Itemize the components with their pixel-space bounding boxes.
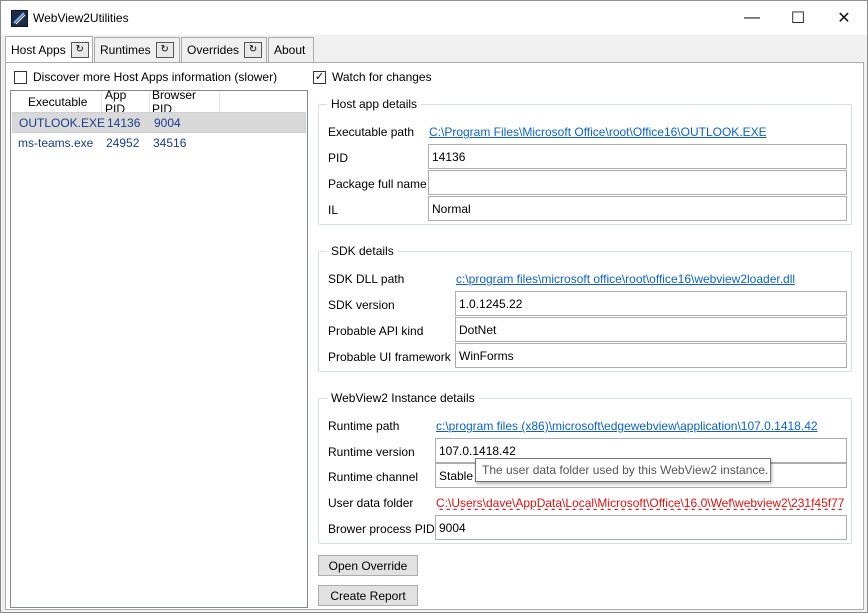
minimize-button[interactable]: — [729, 1, 775, 35]
refresh-icon[interactable]: ↻ [244, 42, 263, 58]
browser-pid-field[interactable]: 9004 [435, 515, 847, 540]
app-window: WebView2Utilities — ☐ ✕ Host Apps ↻ Runt… [0, 0, 868, 613]
tab-host-apps[interactable]: Host Apps ↻ [5, 36, 93, 63]
sdk-dll-path-link[interactable]: c:\program files\microsoft office\root\o… [456, 272, 795, 286]
discover-more-checkbox[interactable]: Discover more Host Apps information (slo… [14, 70, 277, 84]
minimize-icon: — [744, 9, 760, 26]
group-title: SDK details [327, 244, 398, 258]
tab-label: Runtimes [100, 43, 151, 57]
il-field[interactable]: Normal [428, 196, 847, 221]
tab-label: Overrides [187, 43, 240, 57]
list-header: Executable App PID Browser PID [11, 88, 307, 116]
checkbox-unchecked-icon[interactable] [14, 70, 27, 84]
executable-path-label: Executable path [328, 125, 415, 139]
host-apps-list[interactable]: Executable App PID Browser PID OUTLOOK.E… [10, 88, 308, 608]
executable-cell: OUTLOOK.EXE [19, 116, 106, 130]
runtime-path-label: Runtime path [328, 419, 400, 433]
app-logo-icon [11, 10, 28, 27]
api-kind-field[interactable]: DotNet [455, 317, 847, 342]
group-title: WebView2 Instance details [327, 391, 479, 405]
app-pid-cell: 14136 [107, 116, 141, 130]
runtime-channel-label: Runtime channel [328, 470, 419, 484]
user-data-folder-label: User data folder [328, 496, 414, 510]
browser-pid-label: Brower process PID [328, 522, 435, 536]
column-header-app-pid[interactable]: App PID [102, 88, 150, 116]
tab-label: About [274, 43, 306, 57]
ui-framework-label: Probable UI framework [328, 350, 451, 364]
browser-pid-cell: 34516 [153, 136, 187, 150]
package-name-field[interactable] [428, 170, 847, 195]
host-app-details-group: Host app details Executable path C:\Prog… [318, 97, 852, 225]
sdk-version-label: SDK version [328, 298, 395, 312]
close-button[interactable]: ✕ [821, 1, 867, 35]
table-row[interactable]: OUTLOOK.EXE 14136 9004 [12, 112, 306, 133]
table-row[interactable]: ms-teams.exe 24952 34516 [12, 133, 306, 154]
user-data-folder-link[interactable]: C:\Users\dave\AppData\Local\Microsoft\Of… [436, 496, 847, 510]
tab-about[interactable]: About [268, 37, 314, 62]
column-header-executable[interactable]: Executable [11, 91, 102, 112]
refresh-icon[interactable]: ↻ [70, 42, 89, 58]
executable-cell: ms-teams.exe [18, 136, 94, 150]
il-label: IL [328, 203, 339, 217]
tab-runtimes[interactable]: Runtimes ↻ [94, 37, 180, 62]
watch-changes-checkbox[interactable]: ✓ Watch for changes [313, 70, 432, 84]
window-title: WebView2Utilities [33, 11, 129, 25]
executable-path-link[interactable]: C:\Program Files\Microsoft Office\root\O… [429, 125, 767, 139]
column-header-browser-pid[interactable]: Browser PID [150, 88, 220, 116]
refresh-icon[interactable]: ↻ [155, 42, 174, 58]
tab-overrides[interactable]: Overrides ↻ [181, 37, 267, 62]
group-title: Host app details [327, 97, 422, 111]
user-data-folder-tooltip: The user data folder used by this WebVie… [475, 458, 771, 482]
runtime-version-label: Runtime version [328, 445, 415, 459]
title-bar: WebView2Utilities — ☐ ✕ [1, 1, 867, 35]
maximize-button[interactable]: ☐ [775, 1, 821, 35]
pid-label: PID [328, 151, 349, 165]
sdk-version-field[interactable]: 1.0.1245.22 [455, 291, 847, 316]
create-report-button[interactable]: Create Report [318, 585, 418, 606]
discover-more-label: Discover more Host Apps information (slo… [33, 70, 278, 84]
checkbox-checked-icon[interactable]: ✓ [313, 70, 326, 84]
sdk-details-group: SDK details SDK DLL path c:\program file… [318, 244, 852, 372]
runtime-path-link[interactable]: c:\program files (x86)\microsoft\edgeweb… [436, 419, 818, 433]
app-pid-cell: 24952 [106, 136, 140, 150]
tab-label: Host Apps [11, 43, 66, 57]
sdk-dll-path-label: SDK DLL path [328, 272, 405, 286]
watch-changes-label: Watch for changes [332, 70, 432, 84]
browser-pid-cell: 9004 [154, 116, 181, 130]
maximize-icon: ☐ [790, 10, 806, 27]
pid-field[interactable]: 14136 [428, 144, 847, 169]
ui-framework-field[interactable]: WinForms [455, 343, 847, 368]
open-override-button[interactable]: Open Override [318, 555, 418, 576]
api-kind-label: Probable API kind [328, 324, 424, 338]
package-name-label: Package full name [328, 177, 427, 191]
host-apps-panel: Discover more Host Apps information (slo… [5, 62, 864, 610]
close-icon: ✕ [837, 10, 851, 27]
